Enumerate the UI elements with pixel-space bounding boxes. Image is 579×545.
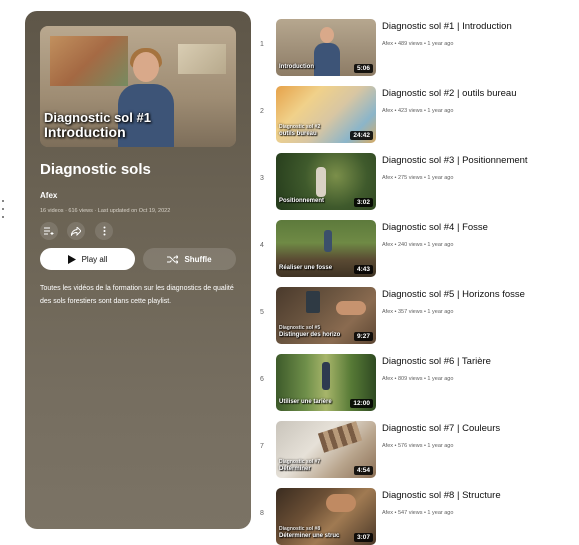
video-title[interactable]: Diagnostic sol #3 | Positionnement	[382, 155, 528, 166]
video-title[interactable]: Diagnostic sol #5 | Horizons fosse	[382, 289, 525, 300]
video-title[interactable]: Diagnostic sol #6 | Tarière	[382, 356, 491, 367]
video-title[interactable]: Diagnostic sol #7 | Couleurs	[382, 423, 500, 434]
playlist-cover-thumbnail[interactable]: Diagnostic sol #1 Introduction	[40, 26, 236, 147]
video-meta: Afex • 489 views • 1 year ago	[382, 41, 454, 47]
shuffle-icon	[167, 254, 179, 264]
video-duration: 3:02	[353, 198, 373, 207]
video-meta: Afex • 423 views • 1 year ago	[382, 108, 454, 114]
list-item[interactable]: 4 Réaliser une fosse 4:43 Diagnostic sol…	[256, 214, 576, 277]
video-thumbnail[interactable]: Réaliser une fosse 4:43	[276, 220, 376, 277]
video-meta: Afex • 240 views • 1 year ago	[382, 242, 454, 248]
list-item[interactable]: 3 Positionnement 3:02 Diagnostic sol #3 …	[256, 147, 576, 210]
video-duration: 12:00	[350, 399, 373, 408]
video-index: 4	[260, 242, 264, 249]
video-duration: 4:54	[353, 466, 373, 475]
list-item[interactable]: 2 Diagnostic sol #2 outils bureau 24:42 …	[256, 80, 576, 143]
shuffle-button[interactable]: Shuffle	[143, 248, 236, 270]
thumbnail-overlay-subtext: Diagnostic sol #8	[279, 526, 321, 532]
wall-poster-image	[178, 44, 226, 74]
video-index: 5	[260, 309, 264, 316]
video-title[interactable]: Diagnostic sol #1 | Introduction	[382, 21, 512, 32]
video-thumbnail[interactable]: Diagnostic sol #5 Distinguer des horizo …	[276, 287, 376, 344]
presenter-head	[133, 52, 159, 82]
share-button[interactable]	[67, 222, 85, 240]
video-meta: Afex • 357 views • 1 year ago	[382, 309, 454, 315]
video-meta: Afex • 275 views • 1 year ago	[382, 175, 454, 181]
video-title[interactable]: Diagnostic sol #4 | Fosse	[382, 222, 488, 233]
cover-title-line1: Diagnostic sol #1	[44, 110, 151, 125]
video-thumbnail[interactable]: Diagnostic sol #8 Déterminer une struc 3…	[276, 488, 376, 545]
shuffle-label: Shuffle	[184, 254, 212, 264]
video-index: 7	[260, 443, 264, 450]
video-duration: 4:43	[353, 265, 373, 274]
playlist-title: Diagnostic sols	[40, 161, 151, 178]
video-thumbnail[interactable]: Diagnostic sol #7 Déterminer 4:54	[276, 421, 376, 478]
list-item[interactable]: 5 Diagnostic sol #5 Distinguer des horiz…	[256, 281, 576, 344]
video-meta: Afex • 809 views • 1 year ago	[382, 376, 454, 382]
video-duration: 5:06	[353, 64, 373, 73]
playlist-owner[interactable]: Afex	[40, 191, 57, 200]
cover-title-overlay: Diagnostic sol #1 Introduction	[44, 110, 151, 140]
thumbnail-overlay-text: Déterminer	[279, 466, 311, 472]
thumbnail-overlay-text: Déterminer une struc	[279, 533, 340, 539]
thumbnail-overlay-text: outils bureau	[279, 131, 317, 137]
video-index: 2	[260, 108, 264, 115]
video-thumbnail[interactable]: Diagnostic sol #2 outils bureau 24:42	[276, 86, 376, 143]
video-thumbnail[interactable]: Positionnement 3:02	[276, 153, 376, 210]
thumbnail-overlay-text: Positionnement	[279, 198, 325, 204]
thumbnail-overlay-text: Distinguer des horizo	[279, 332, 341, 338]
video-meta: Afex • 576 views • 1 year ago	[382, 443, 454, 449]
more-options-button[interactable]	[95, 222, 113, 240]
list-item[interactable]: 7 Diagnostic sol #7 Déterminer 4:54 Diag…	[256, 415, 576, 478]
play-icon	[67, 254, 76, 264]
video-thumbnail[interactable]: Introduction 5:06	[276, 19, 376, 76]
video-index: 6	[260, 376, 264, 383]
thumbnail-overlay-subtext: Diagnostic sol #2	[279, 124, 321, 130]
more-vertical-icon	[103, 226, 105, 236]
save-playlist-button[interactable]	[40, 222, 58, 240]
playlist-meta: 16 videos · 616 views · Last updated on …	[40, 208, 171, 214]
video-duration: 9:27	[353, 332, 373, 341]
video-thumbnail[interactable]: Utiliser une tarière 12:00	[276, 354, 376, 411]
video-duration: 3:07	[353, 533, 373, 542]
video-index: 8	[260, 510, 264, 517]
video-meta: Afex • 547 views • 1 year ago	[382, 510, 454, 516]
wall-poster-image	[50, 36, 128, 86]
share-icon	[71, 226, 81, 236]
add-to-queue-icon	[44, 227, 54, 235]
list-item[interactable]: 8 Diagnostic sol #8 Déterminer une struc…	[256, 482, 576, 545]
playlist-description: Toutes les vidéos de la formation sur le…	[40, 285, 234, 305]
thumbnail-overlay-text: Réaliser une fosse	[279, 265, 333, 271]
video-index: 3	[260, 175, 264, 182]
video-title[interactable]: Diagnostic sol #8 | Structure	[382, 490, 501, 501]
thumbnail-overlay-text: Utiliser une tarière	[279, 399, 332, 405]
thumbnail-overlay-subtext: Diagnostic sol #5	[279, 325, 321, 331]
play-all-button[interactable]: Play all	[40, 248, 135, 270]
video-title[interactable]: Diagnostic sol #2 | outils bureau	[382, 88, 517, 99]
video-duration: 24:42	[350, 131, 373, 140]
video-index: 1	[260, 41, 264, 48]
cover-title-line2: Introduction	[44, 124, 126, 140]
list-item[interactable]: 1 Introduction 5:06 Diagnostic sol #1 | …	[256, 13, 576, 76]
thumbnail-overlay-subtext: Diagnostic sol #7	[279, 459, 321, 465]
edge-marks	[2, 200, 10, 240]
playlist-header-panel: Diagnostic sol #1 Introduction Diagnosti…	[25, 11, 251, 529]
thumbnail-overlay-text: Introduction	[279, 64, 314, 70]
list-item[interactable]: 6 Utiliser une tarière 12:00 Diagnostic …	[256, 348, 576, 411]
play-all-label: Play all	[81, 254, 108, 264]
